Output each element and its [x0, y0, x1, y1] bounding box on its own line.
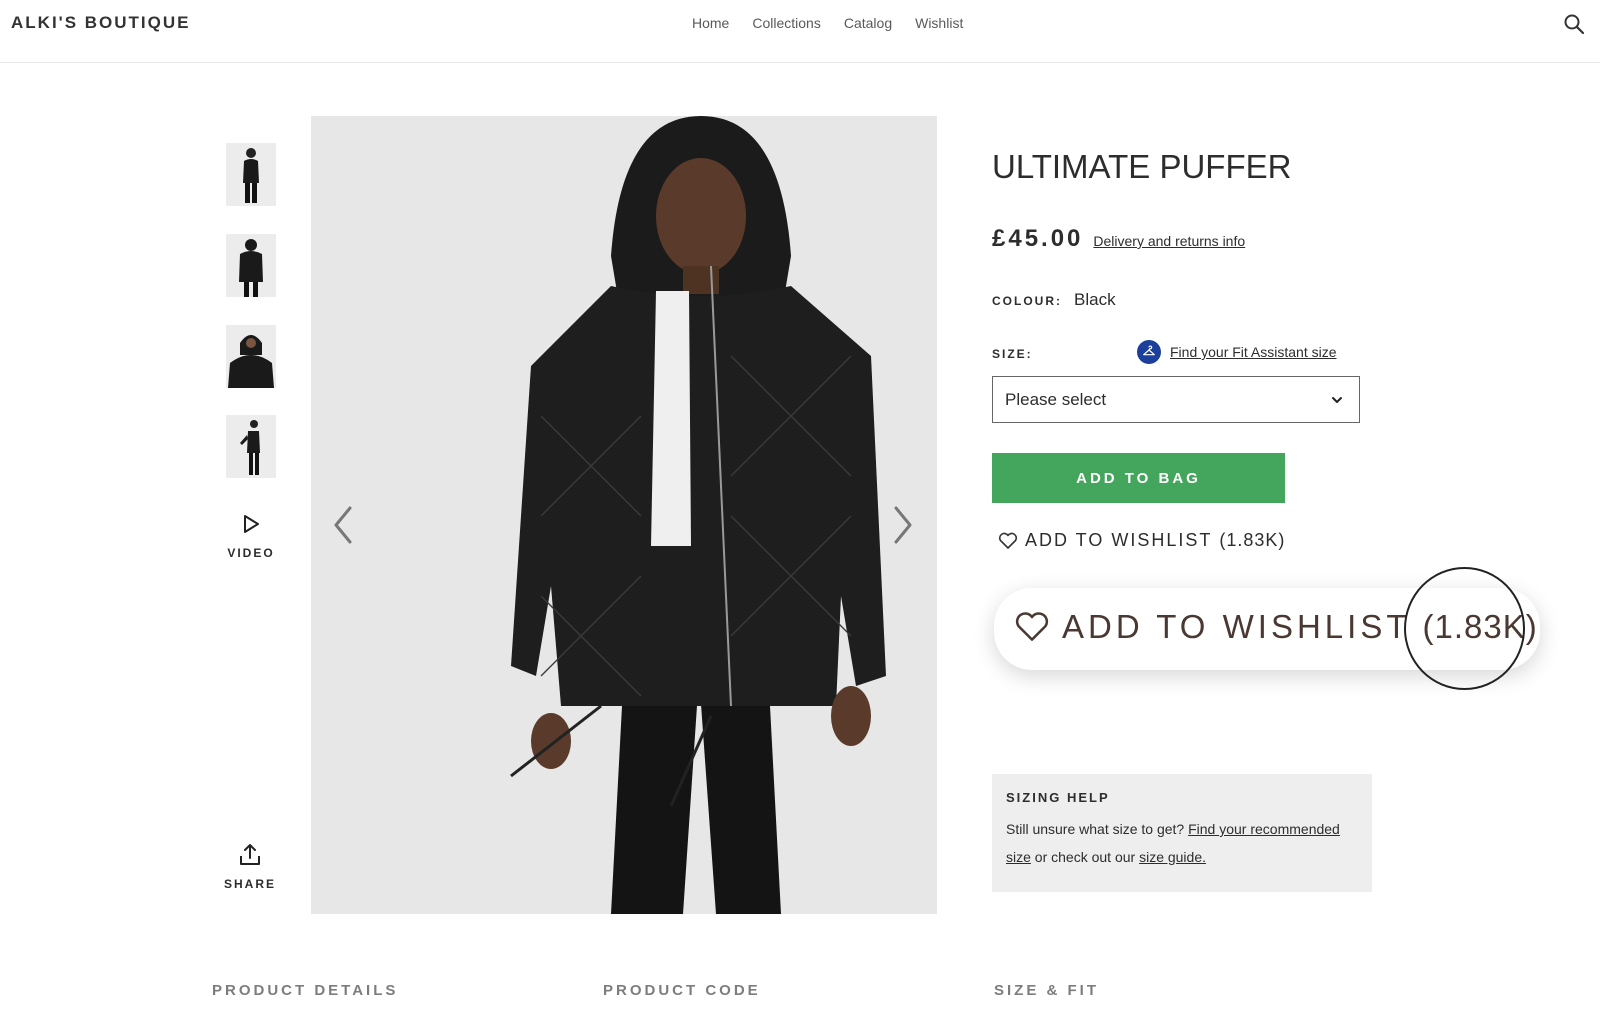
nav-catalog[interactable]: Catalog — [844, 15, 892, 31]
model-photo — [311, 116, 937, 914]
share-icon — [240, 844, 260, 865]
thumbnail-3[interactable] — [226, 325, 276, 388]
next-image-arrow-icon[interactable] — [886, 500, 920, 550]
size-select-placeholder: Please select — [1005, 389, 1107, 409]
site-header: ALKI'S BOUTIQUE Home Collections Catalog… — [0, 0, 1600, 63]
video-label: VIDEO — [227, 546, 275, 560]
price-row: £45.00 Delivery and returns info — [992, 225, 1245, 253]
brand-logo[interactable]: ALKI'S BOUTIQUE — [11, 13, 191, 33]
previous-image-arrow-icon[interactable] — [326, 500, 360, 550]
wishlist-label: ADD TO WISHLIST — [1025, 530, 1213, 550]
nav-wishlist[interactable]: Wishlist — [915, 15, 963, 31]
sizing-help-text: Still unsure what size to get? Find your… — [1006, 815, 1358, 871]
heart-icon — [1015, 612, 1049, 641]
add-to-wishlist-button[interactable]: ADD TO WISHLIST (1.83K) — [998, 530, 1285, 551]
size-label: SIZE: — [992, 347, 1033, 361]
product-price: £45.00 — [992, 225, 1084, 252]
delivery-returns-link[interactable]: Delivery and returns info — [1093, 233, 1245, 249]
video-button[interactable]: VIDEO — [222, 513, 280, 560]
callout-wishlist-label: ADD TO WISHLIST — [1062, 608, 1411, 645]
hanger-icon — [1137, 340, 1161, 364]
fit-assistant-link[interactable]: Find your Fit Assistant size — [1137, 340, 1337, 364]
sizing-help-box: SIZING HELP Still unsure what size to ge… — [992, 774, 1372, 892]
sizing-help-middle: or check out our — [1030, 849, 1140, 865]
thumbnail-2[interactable] — [226, 234, 276, 297]
main-nav: Home Collections Catalog Wishlist — [692, 15, 963, 31]
nav-collections[interactable]: Collections — [752, 15, 820, 31]
add-to-bag-button[interactable]: ADD TO BAG — [992, 453, 1285, 503]
heart-icon — [998, 532, 1018, 549]
size-select[interactable]: Please select — [992, 376, 1360, 423]
product-title: ULTIMATE PUFFER — [992, 148, 1292, 185]
highlight-circle — [1404, 567, 1525, 690]
colour-value: Black — [1074, 290, 1116, 309]
share-button[interactable]: SHARE — [220, 842, 280, 891]
share-label: SHARE — [223, 877, 276, 891]
size-fit-heading[interactable]: SIZE & FIT — [994, 982, 1099, 999]
thumbnail-4[interactable] — [226, 415, 276, 478]
wishlist-count: (1.83K) — [1219, 530, 1286, 550]
sizing-help-intro: Still unsure what size to get? — [1006, 821, 1189, 837]
chevron-down-icon — [1332, 397, 1342, 403]
play-icon — [244, 515, 259, 533]
callout-tail — [1068, 566, 1093, 590]
colour-row: COLOUR: Black — [992, 290, 1116, 310]
main-product-image — [311, 116, 937, 914]
sizing-help-title: SIZING HELP — [1006, 790, 1110, 805]
thumbnail-1[interactable] — [226, 143, 276, 206]
product-details-heading[interactable]: PRODUCT DETAILS — [212, 982, 398, 999]
colour-label: COLOUR: — [992, 294, 1062, 308]
nav-home[interactable]: Home — [692, 15, 729, 31]
size-guide-link[interactable]: size guide. — [1139, 849, 1206, 865]
search-icon[interactable] — [1563, 13, 1585, 35]
fit-assistant-text: Find your Fit Assistant size — [1170, 344, 1337, 360]
product-code-heading[interactable]: PRODUCT CODE — [603, 982, 761, 999]
